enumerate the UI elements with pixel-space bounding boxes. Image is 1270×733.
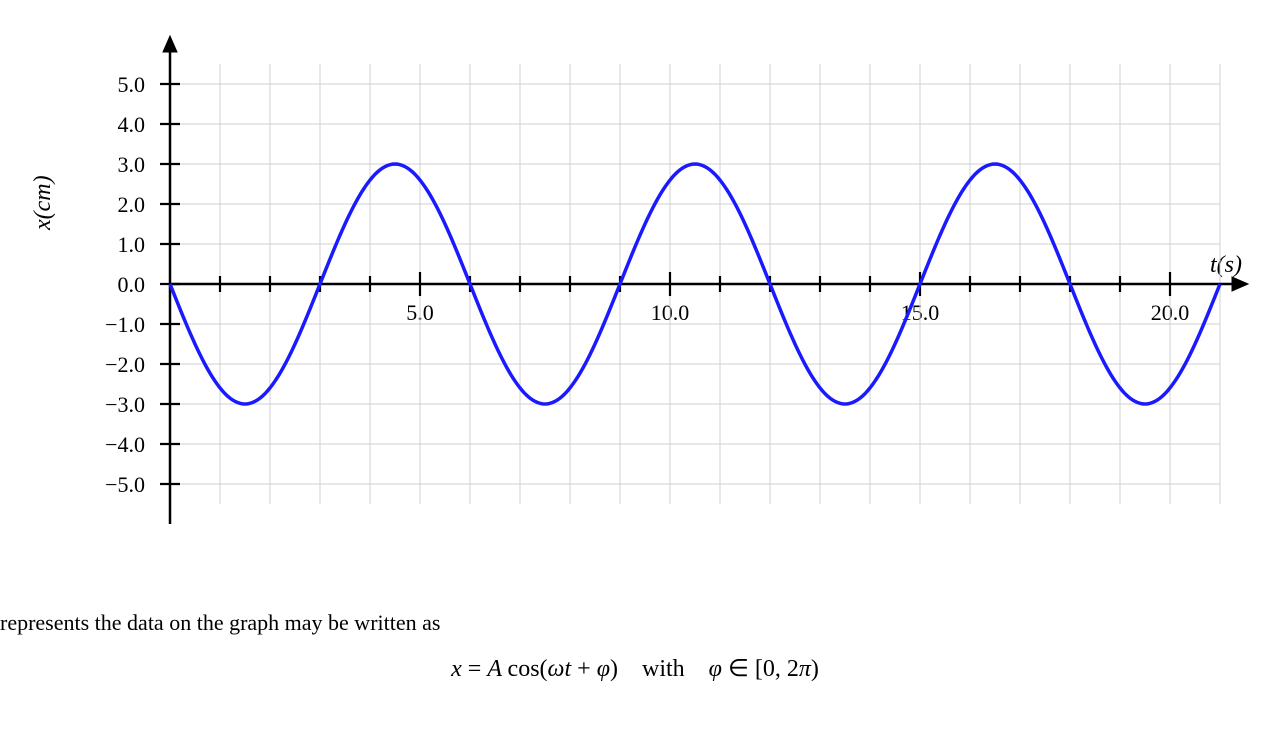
caption-text: represents the data on the graph may be …	[0, 610, 1270, 636]
equation-line: x = A cos(ωt + φ) with φ ∈ [0, 2π)	[0, 654, 1270, 683]
chart-svg	[0, 0, 1270, 580]
chart-container: x(cm) t(s) 5.0 4.0 3.0 2.0 1.0 0.0 −1.0 …	[0, 0, 1270, 580]
